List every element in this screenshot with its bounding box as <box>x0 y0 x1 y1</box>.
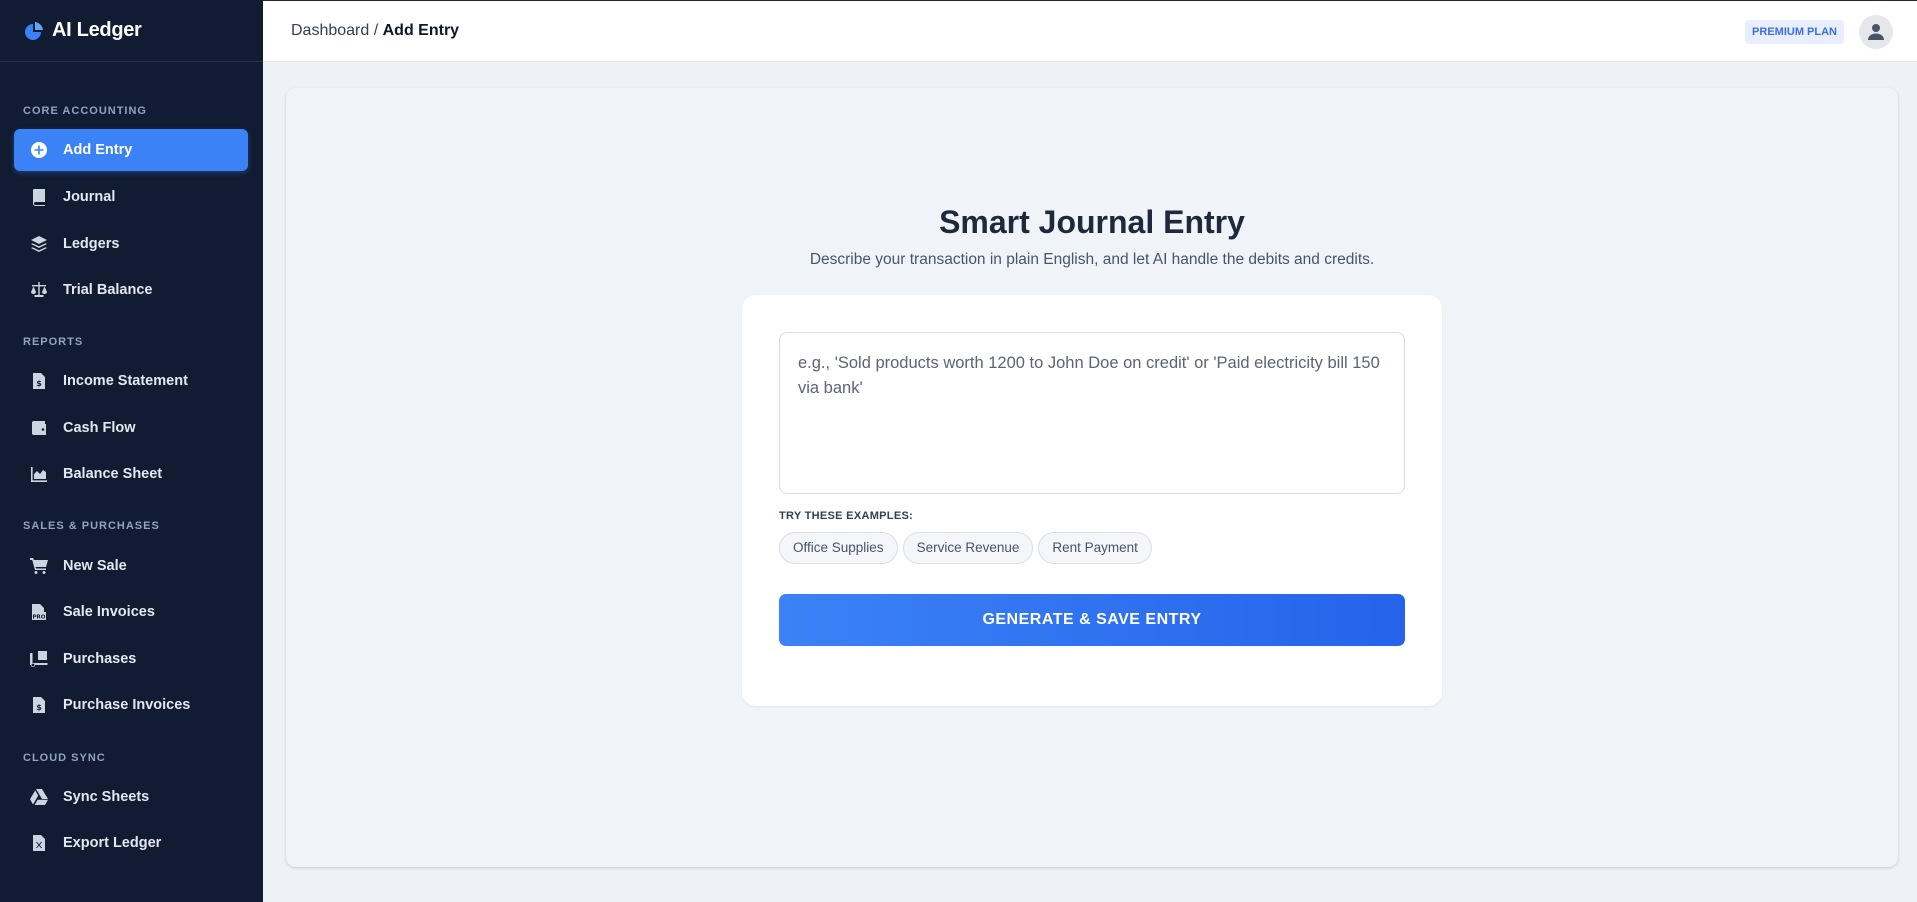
truck-loading-icon <box>30 650 48 668</box>
sidebar-item-journal[interactable]: Journal <box>14 176 248 218</box>
book-icon <box>30 188 48 206</box>
sidebar-item-label: Add Entry <box>63 142 133 158</box>
examples-label: TRY THESE EXAMPLES: <box>779 510 914 522</box>
breadcrumb-root[interactable]: Dashboard <box>291 22 369 39</box>
transaction-description-input[interactable] <box>779 332 1405 494</box>
example-chips: Office Supplies Service Revenue Rent Pay… <box>779 532 1152 564</box>
svg-text:PRO: PRO <box>33 615 46 621</box>
sidebar-item-label: Purchase Invoices <box>63 697 191 713</box>
sidebar-item-label: Balance Sheet <box>63 466 163 482</box>
section-label-core-accounting: CORE ACCOUNTING <box>23 105 147 117</box>
sidebar-item-balance-sheet[interactable]: Balance Sheet <box>14 453 248 495</box>
brand[interactable]: AI Ledger <box>0 0 263 62</box>
example-chip-office-supplies[interactable]: Office Supplies <box>779 532 898 564</box>
sidebar-item-label: Trial Balance <box>63 282 153 298</box>
sidebar-item-label: Sync Sheets <box>63 789 150 805</box>
app-name: AI Ledger <box>52 19 142 41</box>
cart-icon <box>30 557 48 575</box>
breadcrumb-current: Add Entry <box>382 22 460 39</box>
sidebar-item-label: Ledgers <box>63 236 120 252</box>
sidebar-item-label: Purchases <box>63 651 137 667</box>
svg-text:$: $ <box>36 703 42 712</box>
page-title: Smart Journal Entry <box>939 204 1245 240</box>
sidebar-item-purchase-invoices[interactable]: $ Purchase Invoices <box>14 684 248 726</box>
page-subtitle: Describe your transaction in plain Engli… <box>809 251 1375 268</box>
google-drive-icon <box>30 788 48 806</box>
top-header: Dashboard / Add Entry PREMIUM PLAN <box>263 0 1917 62</box>
file-dollar-icon: $ <box>30 696 48 714</box>
section-label-reports: REPORTS <box>23 336 84 348</box>
sidebar-item-sync-sheets[interactable]: Sync Sheets <box>14 776 248 818</box>
section-label-sales-purchases: SALES & PURCHASES <box>23 520 160 532</box>
layers-icon <box>30 235 48 253</box>
generate-save-entry-button[interactable]: GENERATE & SAVE ENTRY <box>779 594 1405 646</box>
user-avatar[interactable] <box>1859 15 1893 49</box>
sidebar-item-sale-invoices[interactable]: PRO Sale Invoices <box>14 591 248 633</box>
example-chip-rent-payment[interactable]: Rent Payment <box>1038 532 1152 564</box>
sidebar: AI Ledger CORE ACCOUNTING Add Entry Jour… <box>0 0 263 902</box>
breadcrumb: Dashboard / Add Entry <box>291 22 459 40</box>
sidebar-item-new-sale[interactable]: New Sale <box>14 545 248 587</box>
sidebar-item-label: Sale Invoices <box>63 604 155 620</box>
sidebar-item-label: Cash Flow <box>63 420 136 436</box>
example-chip-service-revenue[interactable]: Service Revenue <box>902 532 1034 564</box>
premium-plan-badge: PREMIUM PLAN <box>1745 20 1844 44</box>
user-icon <box>1868 24 1884 40</box>
sidebar-item-label: New Sale <box>63 558 127 574</box>
section-label-cloud-sync: CLOUD SYNC <box>23 752 106 764</box>
sidebar-item-ledgers[interactable]: Ledgers <box>14 223 248 265</box>
main-panel: Smart Journal Entry Describe your transa… <box>286 88 1898 867</box>
sidebar-item-label: Export Ledger <box>63 835 162 851</box>
sidebar-item-cash-flow[interactable]: Cash Flow <box>14 407 248 449</box>
sidebar-item-add-entry[interactable]: Add Entry <box>14 129 248 171</box>
sidebar-item-label: Income Statement <box>63 373 188 389</box>
wallet-icon <box>30 419 48 437</box>
sidebar-item-income-statement[interactable]: $ Income Statement <box>14 360 248 402</box>
svg-text:$: $ <box>36 379 42 388</box>
plus-circle-icon <box>30 141 48 159</box>
sidebar-item-purchases[interactable]: Purchases <box>14 638 248 680</box>
file-dollar-icon: $ <box>30 372 48 390</box>
sidebar-item-export-ledger[interactable]: Export Ledger <box>14 822 248 864</box>
scale-icon <box>30 281 48 299</box>
sidebar-item-trial-balance[interactable]: Trial Balance <box>14 269 248 311</box>
area-chart-icon <box>30 465 48 483</box>
sidebar-item-label: Journal <box>63 189 116 205</box>
file-invoice-icon: PRO <box>30 603 48 621</box>
file-excel-icon <box>30 834 48 852</box>
pie-chart-logo-icon <box>25 21 43 40</box>
entry-card: TRY THESE EXAMPLES: Office Supplies Serv… <box>742 295 1442 706</box>
breadcrumb-separator: / <box>369 22 383 39</box>
